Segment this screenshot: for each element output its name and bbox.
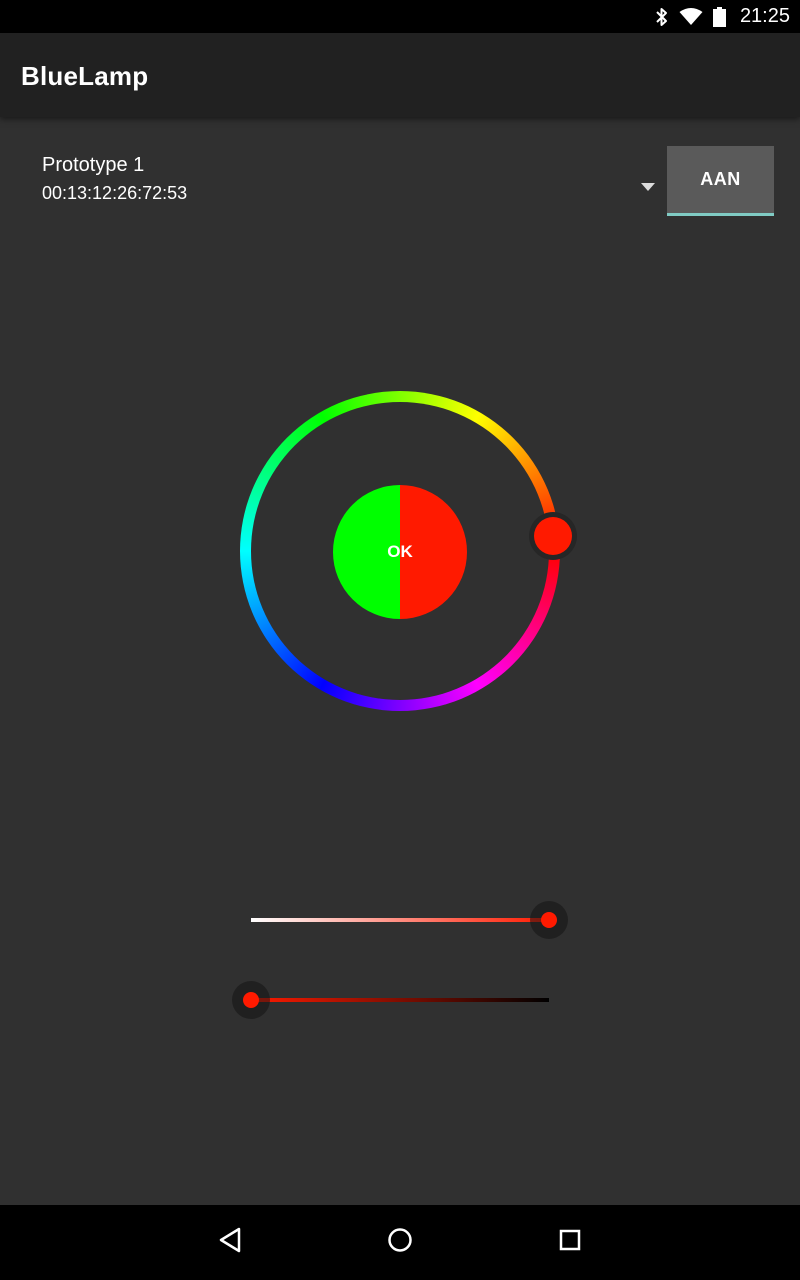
saturation-thumb-dot [541,912,557,928]
value-track [251,998,549,1002]
recents-button[interactable] [540,1217,600,1267]
home-button[interactable] [370,1217,430,1267]
hue-handle-dot [534,517,572,555]
device-selector[interactable]: Prototype 1 00:13:12:26:72:53 [42,150,662,220]
value-thumb-dot [243,992,259,1008]
back-button[interactable] [200,1217,260,1267]
wifi-icon [679,7,703,27]
hue-handle[interactable] [529,512,577,560]
app-bar: BlueLamp [0,33,800,117]
home-icon [387,1227,413,1258]
back-icon [218,1227,242,1258]
app-title: BlueLamp [21,61,149,91]
saturation-thumb[interactable] [530,901,568,939]
battery-icon [712,6,726,27]
value-slider[interactable] [232,981,568,1019]
device-address: 00:13:12:26:72:53 [42,183,188,203]
navigation-bar [0,1205,800,1280]
status-bar: 21:25 [0,0,800,33]
status-time: 21:25 [739,5,790,27]
color-confirm-button[interactable]: OK [333,485,467,619]
bluetooth-icon [655,7,669,27]
power-toggle-button[interactable]: AAN [667,146,774,216]
value-thumb[interactable] [232,981,270,1019]
color-confirm-label: OK [387,542,413,561]
recents-icon [559,1229,581,1256]
dropdown-arrow-icon [641,178,655,196]
saturation-slider[interactable] [232,901,568,939]
saturation-track [251,918,549,922]
color-picker: OK [240,391,577,711]
status-icons: 21:25 [655,0,790,33]
device-name: Prototype 1 [42,154,145,176]
